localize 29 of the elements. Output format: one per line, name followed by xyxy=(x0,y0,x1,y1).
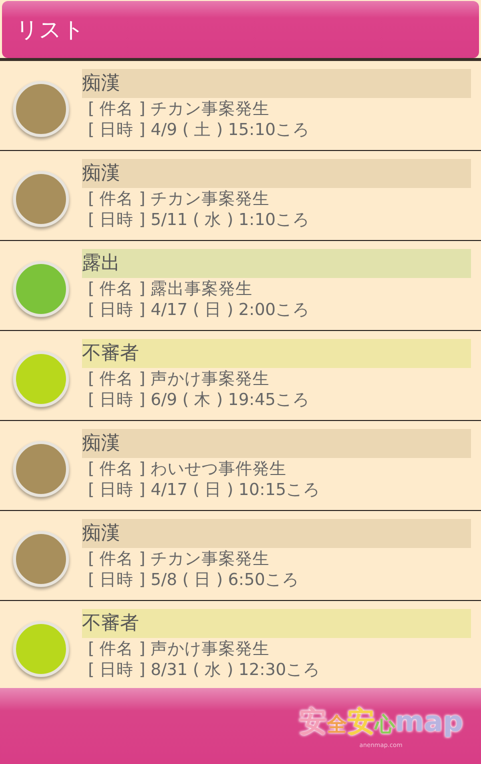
datetime-text: [ 日時 ] 4/17 ( 日 ) 10:15ころ xyxy=(87,479,322,500)
category-label: 痴漢 xyxy=(82,159,471,188)
subject-text: [ 件名 ] 声かけ事案発生 xyxy=(87,368,271,389)
page-title: リスト xyxy=(16,16,85,44)
subject-text: [ 件名 ] チカン事案発生 xyxy=(87,98,271,119)
category-label: 痴漢 xyxy=(82,519,471,548)
list-item[interactable]: 痴漢 [ 件名 ] チカン事案発生 [ 日時 ] 5/8 ( 日 ) 6:50ころ xyxy=(0,511,481,601)
datetime-text: [ 日時 ] 6/9 ( 木 ) 19:45ころ xyxy=(87,389,311,410)
list-item[interactable]: 露出 [ 件名 ] 露出事案発生 [ 日時 ] 4/17 ( 日 ) 2:00ころ xyxy=(0,241,481,331)
list-item[interactable]: 不審者 [ 件名 ] 声かけ事案発生 [ 日時 ] 6/9 ( 木 ) 19:45ころ xyxy=(0,331,481,421)
category-label: 露出 xyxy=(82,249,471,278)
list-item[interactable]: 痴漢 [ 件名 ] チカン事案発生 [ 日時 ] 5/11 ( 水 ) 1:10ころ xyxy=(0,151,481,241)
subject-text: [ 件名 ] チカン事案発生 xyxy=(87,188,271,209)
list-item[interactable]: 痴漢 [ 件名 ] わいせつ事件発生 [ 日時 ] 4/17 ( 日 ) 10:15ころ xyxy=(0,421,481,511)
category-label: 不審者 xyxy=(82,609,471,638)
category-label: 不審者 xyxy=(82,339,471,368)
datetime-text: [ 日時 ] 5/11 ( 水 ) 1:10ころ xyxy=(87,209,311,230)
datetime-text: [ 日時 ] 4/9 ( 土 ) 15:10ころ xyxy=(87,119,311,140)
subject-text: [ 件名 ] チカン事案発生 xyxy=(87,548,271,569)
subject-text: [ 件名 ] 声かけ事案発生 xyxy=(87,638,271,659)
datetime-text: [ 日時 ] 4/17 ( 日 ) 2:00ころ xyxy=(87,299,311,320)
datetime-text: [ 日時 ] 5/8 ( 日 ) 6:50ころ xyxy=(87,569,300,590)
subject-text: [ 件名 ] わいせつ事件発生 xyxy=(87,458,288,479)
app-logo: 安全安心map xyxy=(298,704,463,740)
category-label: 痴漢 xyxy=(82,69,471,98)
category-label: 痴漢 xyxy=(82,429,471,458)
subject-text: [ 件名 ] 露出事案発生 xyxy=(87,278,254,299)
datetime-text: [ 日時 ] 8/31 ( 水 ) 12:30ころ xyxy=(87,659,322,680)
list-item[interactable]: 痴漢 [ 件名 ] チカン事案発生 [ 日時 ] 4/9 ( 土 ) 15:10ころ xyxy=(0,61,481,151)
